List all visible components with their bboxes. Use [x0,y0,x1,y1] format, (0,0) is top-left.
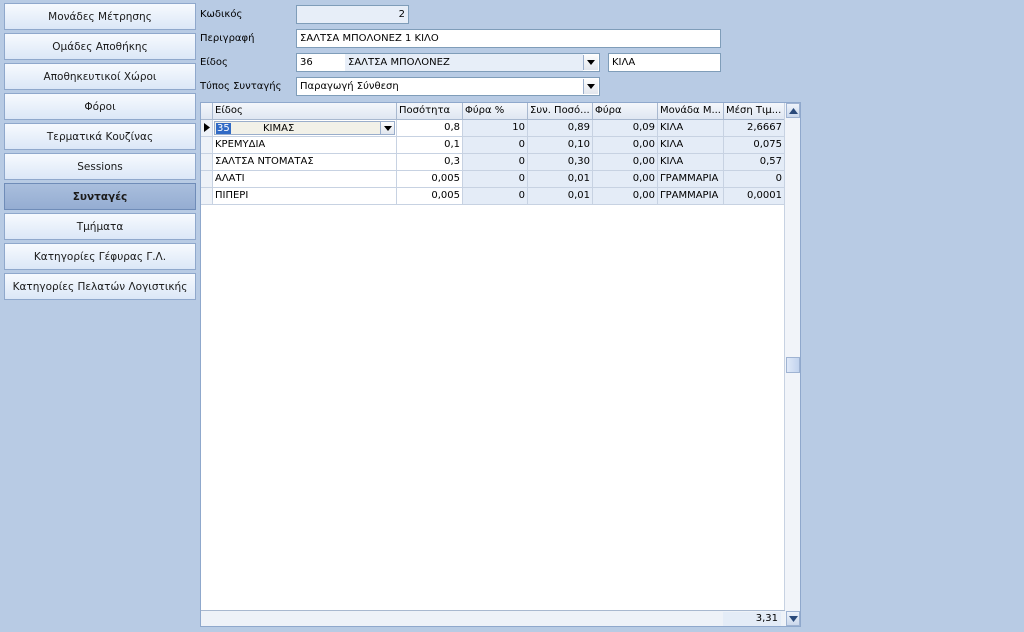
table-row[interactable]: ΚΡΕΜΥΔΙΑ 0,1 0 0,10 0,00 ΚΙΛΑ 0,075 [201,137,785,154]
cell-waste-pct[interactable]: 0 [463,137,528,154]
header-avg-price[interactable]: Μέση Τιμ... [724,103,785,120]
footer-total: 3,31 [723,612,781,626]
grid-footer: 3,31 [201,610,785,626]
cell-avg-price[interactable]: 0,0001 [724,188,785,205]
sidebar-item[interactable]: Φόροι [4,93,196,120]
cell-avg-price[interactable]: 0,075 [724,137,785,154]
code-field[interactable]: 2 [296,5,409,24]
header-quantity[interactable]: Ποσότητα [397,103,463,120]
chevron-down-icon [587,84,595,89]
table-row[interactable]: 35 ΚΙΜΑΣ 0,8 10 0,89 0,09 ΚΙΛΑ 2,6667 [201,120,785,137]
cell-qty[interactable]: 0,1 [397,137,463,154]
cell-item[interactable]: ΑΛΑΤΙ [213,171,397,188]
header-waste[interactable]: Φύρα [593,103,658,120]
cell-waste[interactable]: 0,00 [593,137,658,154]
description-label: Περιγραφή [200,33,255,44]
recipe-type-label: Τύπος Συνταγής [200,81,282,92]
edit-dropdown-button[interactable] [380,122,394,134]
chevron-down-icon [383,125,392,131]
row-selector[interactable] [201,171,213,188]
cell-unit[interactable]: ΚΙΛΑ [658,137,724,154]
header-total-qty[interactable]: Συν. Ποσό... [528,103,593,120]
cell-unit[interactable]: ΚΙΛΑ [658,120,724,137]
grid-header: Είδος Ποσότητα Φύρα % Συν. Ποσό... Φύρα … [201,103,785,120]
sidebar-item[interactable]: Sessions [4,153,196,180]
cell-avg-price[interactable]: 0 [724,171,785,188]
row-selector[interactable] [201,188,213,205]
header-indicator [201,103,213,120]
cell-waste-pct[interactable]: 10 [463,120,528,137]
cell-unit[interactable]: ΓΡΑΜΜΑΡΙΑ [658,171,724,188]
item-unit-field[interactable]: ΚΙΛΑ [608,53,721,72]
item-dropdown-button[interactable] [583,55,598,70]
cell-total-qty[interactable]: 0,01 [528,171,593,188]
cell-avg-price[interactable]: 2,6667 [724,120,785,137]
item-code: 36 [300,57,313,68]
cell-total-qty[interactable]: 0,89 [528,120,593,137]
scroll-down-icon[interactable] [786,611,800,626]
sidebar-item[interactable]: Κατηγορίες Πελατών Λογιστικής [4,273,196,300]
cell-waste-pct[interactable]: 0 [463,188,528,205]
item-name: ΣΑΛΤΣΑ ΜΠΟΛΟΝΕΖ [345,54,583,71]
sidebar-item[interactable]: Κατηγορίες Γέφυρας Γ.Λ. [4,243,196,270]
table-row[interactable]: ΠΙΠΕΡΙ 0,005 0 0,01 0,00 ΓΡΑΜΜΑΡΙΑ 0,0001 [201,188,785,205]
sidebar-nav: Μονάδες Μέτρησης Ομάδες Αποθήκης Αποθηκευτ… [4,3,196,303]
description-field[interactable]: ΣΑΛΤΣΑ ΜΠΟΛΟΝΕΖ 1 ΚΙΛΟ [296,29,721,48]
cell-total-qty[interactable]: 0,30 [528,154,593,171]
cell-waste[interactable]: 0,00 [593,154,658,171]
sidebar-item[interactable]: Αποθηκευτικοί Χώροι [4,63,196,90]
scroll-thumb[interactable] [786,357,800,373]
scroll-up-icon[interactable] [786,103,800,118]
sidebar-item[interactable]: Μονάδες Μέτρησης [4,3,196,30]
item-label: Είδος [200,57,228,68]
cell-item[interactable]: 35 ΚΙΜΑΣ [213,120,397,137]
sidebar-item[interactable]: Τμήματα [4,213,196,240]
row-pointer-icon [204,123,210,132]
cell-waste[interactable]: 0,00 [593,171,658,188]
recipe-type-dropdown-button[interactable] [583,79,598,94]
cell-item[interactable]: ΠΙΠΕΡΙ [213,188,397,205]
ingredients-grid[interactable]: Είδος Ποσότητα Φύρα % Συν. Ποσό... Φύρα … [200,102,801,627]
table-row[interactable]: ΑΛΑΤΙ 0,005 0 0,01 0,00 ΓΡΑΜΜΑΡΙΑ 0 [201,171,785,188]
cell-qty[interactable]: 0,3 [397,154,463,171]
cell-qty[interactable]: 0,005 [397,188,463,205]
edit-name: ΚΙΜΑΣ [263,123,295,134]
edit-code: 35 [216,123,231,134]
cell-waste[interactable]: 0,00 [593,188,658,205]
row-selector[interactable] [201,137,213,154]
cell-waste-pct[interactable]: 0 [463,154,528,171]
cell-qty[interactable]: 0,8 [397,120,463,137]
table-row[interactable]: ΣΑΛΤΣΑ ΝΤΟΜΑΤΑΣ 0,3 0 0,30 0,00 ΚΙΛΑ 0,57 [201,154,785,171]
sidebar-item[interactable]: Τερματικά Κουζίνας [4,123,196,150]
row-selector[interactable] [201,120,213,137]
chevron-down-icon [587,60,595,65]
cell-item[interactable]: ΚΡΕΜΥΔΙΑ [213,137,397,154]
header-waste-pct[interactable]: Φύρα % [463,103,528,120]
cell-avg-price[interactable]: 0,57 [724,154,785,171]
cell-total-qty[interactable]: 0,10 [528,137,593,154]
cell-waste[interactable]: 0,09 [593,120,658,137]
cell-waste-pct[interactable]: 0 [463,171,528,188]
cell-unit[interactable]: ΚΙΛΑ [658,154,724,171]
cell-total-qty[interactable]: 0,01 [528,188,593,205]
recipe-type-select[interactable]: Παραγωγή Σύνθεση [296,77,600,96]
header-unit[interactable]: Μονάδα Μ... [658,103,724,120]
cell-qty[interactable]: 0,005 [397,171,463,188]
sidebar-item[interactable]: Ομάδες Αποθήκης [4,33,196,60]
header-item[interactable]: Είδος [213,103,397,120]
sidebar-item[interactable]: Συνταγές [4,183,196,210]
cell-item[interactable]: ΣΑΛΤΣΑ ΝΤΟΜΑΤΑΣ [213,154,397,171]
row-selector[interactable] [201,154,213,171]
cell-unit[interactable]: ΓΡΑΜΜΑΡΙΑ [658,188,724,205]
item-combo[interactable]: 36 ΣΑΛΤΣΑ ΜΠΟΛΟΝΕΖ [296,53,600,72]
code-label: Κωδικός [200,9,243,20]
recipe-type-value: Παραγωγή Σύνθεση [300,81,399,92]
item-edit-combo[interactable]: 35 ΚΙΜΑΣ [214,121,395,135]
vertical-scrollbar[interactable] [784,103,800,626]
